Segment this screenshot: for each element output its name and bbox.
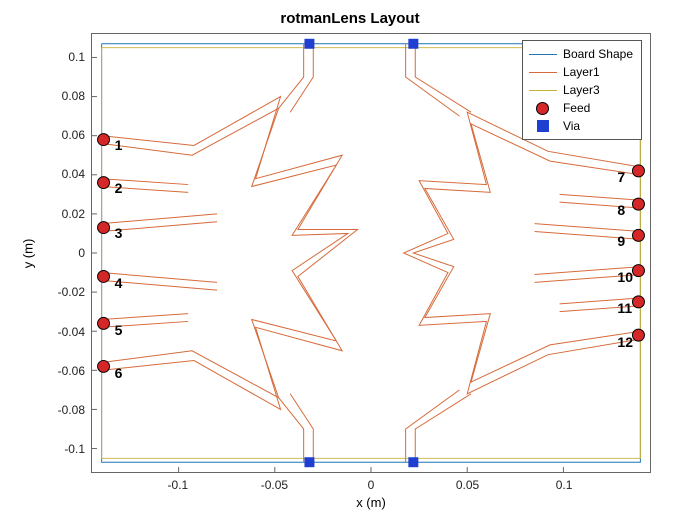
- via-marker: [408, 457, 418, 467]
- port-label: 2: [115, 180, 123, 196]
- y-tick: -0.08: [25, 403, 85, 417]
- port-label: 12: [617, 334, 633, 350]
- port-label: 1: [115, 137, 123, 153]
- feed-marker: [632, 296, 644, 308]
- y-tick: -0.04: [25, 325, 85, 339]
- line-icon: [529, 84, 557, 96]
- axes: Board Shape Layer1 Layer3 Feed Via: [91, 33, 651, 473]
- x-tick: 0.1: [556, 478, 573, 492]
- x-tick: 0.05: [456, 478, 479, 492]
- y-tick: 0.04: [25, 167, 85, 181]
- square-icon: [529, 120, 557, 132]
- port-label: 11: [617, 300, 632, 316]
- feed-marker: [98, 222, 110, 234]
- port-label: 6: [115, 365, 123, 381]
- via-marker: [408, 39, 418, 49]
- feed-marker: [632, 229, 644, 241]
- legend-layer1: Layer1: [529, 63, 633, 81]
- port-label: 3: [115, 225, 123, 241]
- port-label: 4: [115, 275, 123, 291]
- x-tick: 0: [368, 478, 375, 492]
- legend-label: Feed: [563, 99, 590, 117]
- legend-label: Layer1: [563, 63, 600, 81]
- x-tick: -0.1: [168, 478, 189, 492]
- feed-marker: [98, 360, 110, 372]
- legend-label: Via: [563, 117, 580, 135]
- legend-boardshape: Board Shape: [529, 45, 633, 63]
- feed-marker: [98, 270, 110, 282]
- chart-title: rotmanLens Layout: [0, 10, 700, 27]
- circle-icon: [529, 102, 557, 114]
- line-icon: [529, 66, 557, 78]
- figure: rotmanLens Layout Board Shape Layer1 Lay…: [0, 0, 700, 525]
- y-tick: -0.02: [25, 285, 85, 299]
- feed-marker: [98, 317, 110, 329]
- via-marker: [304, 457, 314, 467]
- legend-via: Via: [529, 117, 633, 135]
- y-tick: 0.02: [25, 207, 85, 221]
- port-label: 10: [617, 269, 633, 285]
- feed-marker: [98, 134, 110, 146]
- port-label: 7: [617, 169, 625, 185]
- feed-marker: [632, 329, 644, 341]
- x-axis-label: x (m): [91, 495, 651, 510]
- port-label: 5: [115, 322, 123, 338]
- feed-marker: [632, 265, 644, 277]
- y-tick: 0.08: [25, 89, 85, 103]
- x-tick: -0.05: [261, 478, 288, 492]
- y-tick: 0.06: [25, 128, 85, 142]
- port-label: 8: [617, 202, 625, 218]
- legend-label: Board Shape: [563, 45, 633, 63]
- port-label: 9: [617, 233, 625, 249]
- legend-feed: Feed: [529, 99, 633, 117]
- legend-layer3: Layer3: [529, 81, 633, 99]
- y-tick: -0.06: [25, 364, 85, 378]
- feed-marker: [98, 177, 110, 189]
- line-icon: [529, 48, 557, 60]
- legend-label: Layer3: [563, 81, 600, 99]
- feed-marker: [632, 165, 644, 177]
- y-tick: -0.1: [25, 442, 85, 456]
- via-marker: [304, 39, 314, 49]
- y-tick: 0: [25, 246, 85, 260]
- y-tick: 0.1: [25, 50, 85, 64]
- legend: Board Shape Layer1 Layer3 Feed Via: [522, 40, 642, 140]
- feed-marker: [632, 198, 644, 210]
